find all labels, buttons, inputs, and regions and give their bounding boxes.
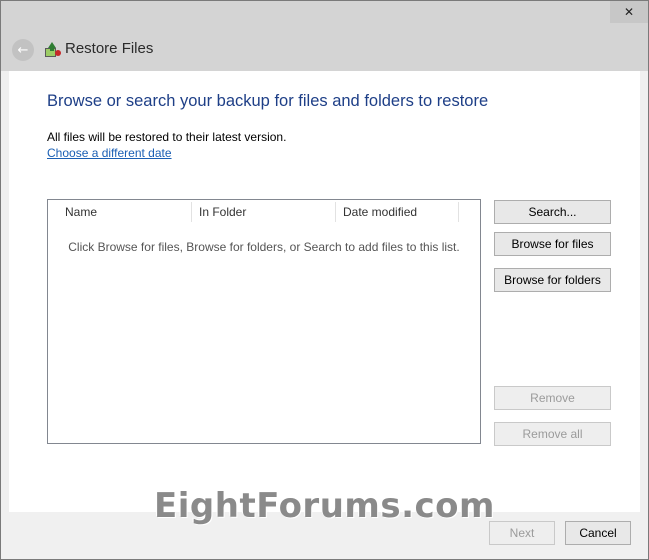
file-list[interactable]: Name In Folder Date modified Click Brows… (47, 199, 481, 444)
list-header: Name In Folder Date modified (48, 200, 480, 224)
back-button[interactable]: ← (12, 39, 34, 61)
window-title: Restore Files (65, 40, 154, 57)
remove-button[interactable]: Remove (494, 386, 611, 410)
restore-info-text: All files will be restored to their late… (47, 130, 287, 144)
next-button[interactable]: Next (489, 521, 555, 545)
remove-all-button[interactable]: Remove all (494, 422, 611, 446)
back-arrow-icon: ← (17, 42, 29, 58)
restore-files-window: ✕ ← Restore Files Browse or search your … (0, 0, 649, 560)
browse-files-button[interactable]: Browse for files (494, 232, 611, 256)
choose-date-link[interactable]: Choose a different date (47, 146, 172, 160)
cancel-button[interactable]: Cancel (565, 521, 631, 545)
column-divider[interactable] (458, 202, 459, 222)
page-heading: Browse or search your backup for files a… (47, 92, 489, 110)
search-button[interactable]: Search... (494, 200, 611, 224)
restore-files-icon (45, 42, 61, 57)
column-header-folder[interactable]: In Folder (191, 200, 335, 224)
column-header-name[interactable]: Name (57, 200, 191, 224)
column-header-date[interactable]: Date modified (335, 200, 458, 224)
title-bar: ✕ ← Restore Files (1, 1, 648, 71)
watermark: EightForums.com (154, 486, 495, 526)
close-button[interactable]: ✕ (610, 1, 648, 23)
close-icon: ✕ (623, 5, 635, 19)
empty-list-message: Click Browse for files, Browse for folde… (68, 240, 460, 254)
content-panel: Browse or search your backup for files a… (9, 71, 640, 512)
browse-folders-button[interactable]: Browse for folders (494, 268, 611, 292)
